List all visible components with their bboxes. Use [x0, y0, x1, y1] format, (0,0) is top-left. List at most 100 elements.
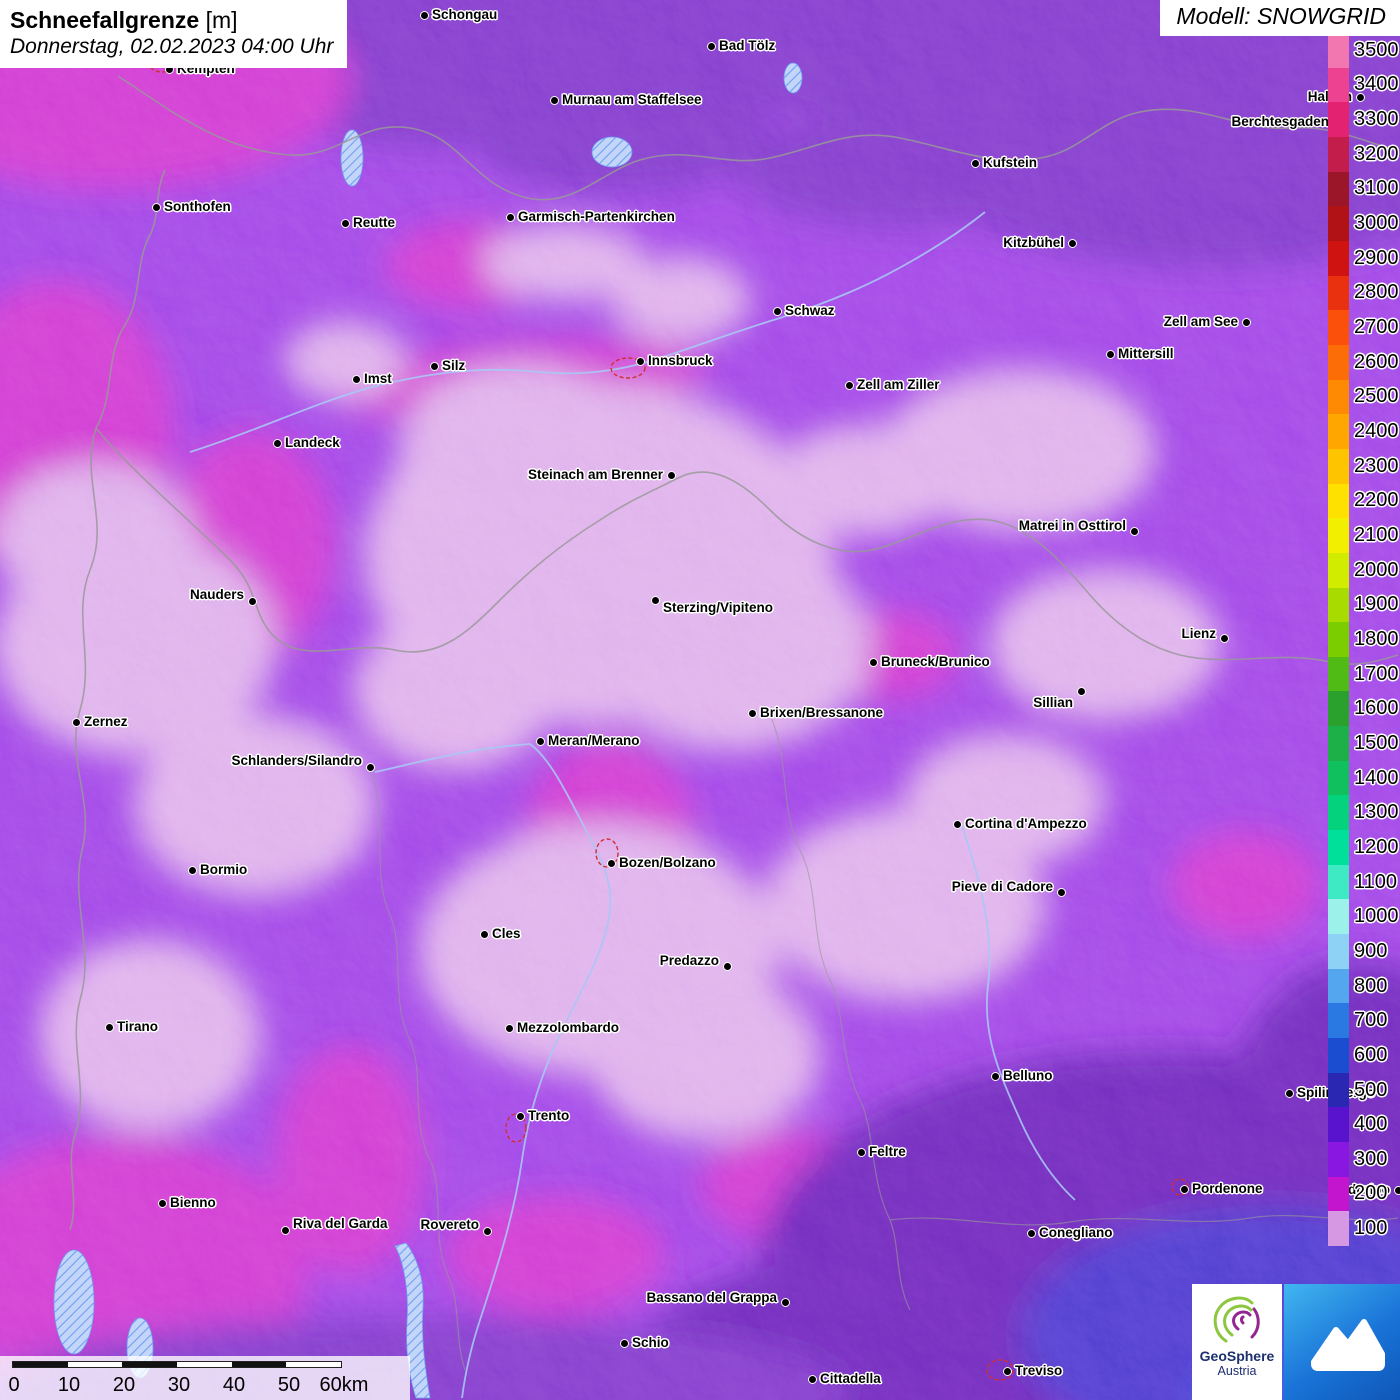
colorbar-cell: [1328, 241, 1349, 276]
scalebar-label: 40: [223, 1374, 245, 1397]
colorbar-cell: [1328, 622, 1349, 657]
city-dot: [651, 596, 660, 605]
scalebar-label: 20: [113, 1374, 135, 1397]
colorbar-tick-label: 1300: [1349, 795, 1399, 830]
city-label: Silz: [442, 357, 465, 375]
title-unit: [m]: [206, 7, 238, 33]
city-dot: [707, 42, 716, 51]
colorbar-cell: [1328, 172, 1349, 207]
colorbar-cell: [1328, 380, 1349, 415]
city-label: Pordenone: [1192, 1180, 1263, 1198]
colorbar-cell: [1328, 68, 1349, 103]
colorbar-cell: [1328, 276, 1349, 311]
colorbar-tick-label: 200: [1349, 1177, 1399, 1212]
colorbar-tick-label: 2600: [1349, 345, 1399, 380]
colorbar-tick-label: 400: [1349, 1107, 1399, 1142]
colorbar-cell: [1328, 761, 1349, 796]
city-label: Sonthofen: [164, 198, 231, 216]
colorbar-tick-label: 3100: [1349, 172, 1399, 207]
colorbar-cell: [1328, 1142, 1349, 1177]
city-dot: [72, 718, 81, 727]
geosphere-logo: GeoSphere Austria: [1192, 1284, 1282, 1400]
city-label: Cortina d'Ampezzo: [965, 815, 1087, 833]
city-label: Predazzo: [660, 952, 719, 970]
colorbar-tick-label: 2300: [1349, 449, 1399, 484]
colorbar-tick-label: 1800: [1349, 622, 1399, 657]
city-dot: [723, 962, 732, 971]
city-label: Conegliano: [1039, 1224, 1113, 1242]
geosphere-name: GeoSphere: [1200, 1348, 1275, 1364]
title-text: Schneefallgrenze: [10, 7, 199, 33]
city-label: Landeck: [285, 434, 340, 452]
city-dot: [845, 381, 854, 390]
colorbar-tick-label: 600: [1349, 1038, 1399, 1073]
colorbar-cell: [1328, 310, 1349, 345]
scalebar-segment: [13, 1362, 68, 1367]
colorbar-tick-label: 3400: [1349, 68, 1399, 103]
city-dot: [667, 471, 676, 480]
city-label: Cles: [492, 925, 521, 943]
city-dot: [506, 213, 515, 222]
map-datetime: Donnerstag, 02.02.2023 04:00 Uhr: [10, 35, 333, 59]
city-dot: [808, 1375, 817, 1384]
city-dot: [1180, 1185, 1189, 1194]
city-dot: [536, 737, 545, 746]
geosphere-swirl-icon: [1206, 1289, 1268, 1347]
city-dot: [341, 219, 350, 228]
city-dot: [971, 159, 980, 168]
city-dot: [366, 763, 375, 772]
colorbar-tick-label: 1000: [1349, 899, 1399, 934]
city-dot: [636, 357, 645, 366]
city-dot: [516, 1112, 525, 1121]
colorbar-tick-label: 2700: [1349, 310, 1399, 345]
city-dot: [1003, 1367, 1012, 1376]
colorbar-cell: [1328, 691, 1349, 726]
colorbar-cell: [1328, 795, 1349, 830]
city-dot: [869, 658, 878, 667]
colorbar-cell: [1328, 726, 1349, 761]
scalebar-label: 50: [278, 1374, 300, 1397]
city-label: Mezzolombardo: [517, 1019, 619, 1037]
city-label: Kufstein: [983, 154, 1037, 172]
city-label: Schio: [632, 1334, 669, 1352]
colorbar-tick-label: 500: [1349, 1073, 1399, 1108]
city-label: Riva del Garda: [293, 1215, 388, 1233]
city-dot: [607, 859, 616, 868]
scalebar-segment: [232, 1362, 287, 1367]
model-label: Modell: SNOWGRID: [1160, 0, 1400, 36]
colorbar-tick-label: 300: [1349, 1142, 1399, 1177]
city-layer: SchongauBad TölzKemptenMurnau am Staffel…: [0, 0, 1400, 1400]
scalebar-label: 0: [8, 1374, 19, 1397]
city-dot: [857, 1148, 866, 1157]
city-label: Sillian: [1033, 694, 1073, 712]
city-label: Kitzbühel: [1003, 234, 1064, 252]
colorbar-tick-label: 3000: [1349, 206, 1399, 241]
colorbar-cell: [1328, 1177, 1349, 1212]
city-label: Rovereto: [420, 1216, 479, 1234]
title-box: Schneefallgrenze [m] Donnerstag, 02.02.2…: [0, 0, 347, 68]
city-dot: [1130, 527, 1139, 536]
city-label: Sterzing/Vipiteno: [663, 599, 773, 617]
city-dot: [483, 1227, 492, 1236]
colorbar-tick-label: 1900: [1349, 588, 1399, 623]
city-dot: [505, 1024, 514, 1033]
city-dot: [273, 439, 282, 448]
city-label: Feltre: [869, 1143, 906, 1161]
scalebar-label: 30: [168, 1374, 190, 1397]
city-dot: [1242, 318, 1251, 327]
scalebar: 0102030405060km: [0, 1356, 410, 1400]
scalebar-bar: [12, 1361, 342, 1368]
city-dot: [620, 1339, 629, 1348]
colorbar-cell: [1328, 934, 1349, 969]
city-dot: [158, 1199, 167, 1208]
map-title: Schneefallgrenze [m]: [10, 7, 333, 33]
colorbar-tick-label: 3300: [1349, 102, 1399, 137]
city-label: Brixen/Bressanone: [760, 704, 883, 722]
colorbar-tick-label: 800: [1349, 969, 1399, 1004]
city-dot: [152, 203, 161, 212]
city-label: Cittadella: [820, 1370, 881, 1388]
colorbar-cells: [1328, 33, 1349, 1246]
city-label: Lienz: [1181, 625, 1216, 643]
city-dot: [1077, 687, 1086, 696]
scalebar-segment: [286, 1362, 341, 1367]
